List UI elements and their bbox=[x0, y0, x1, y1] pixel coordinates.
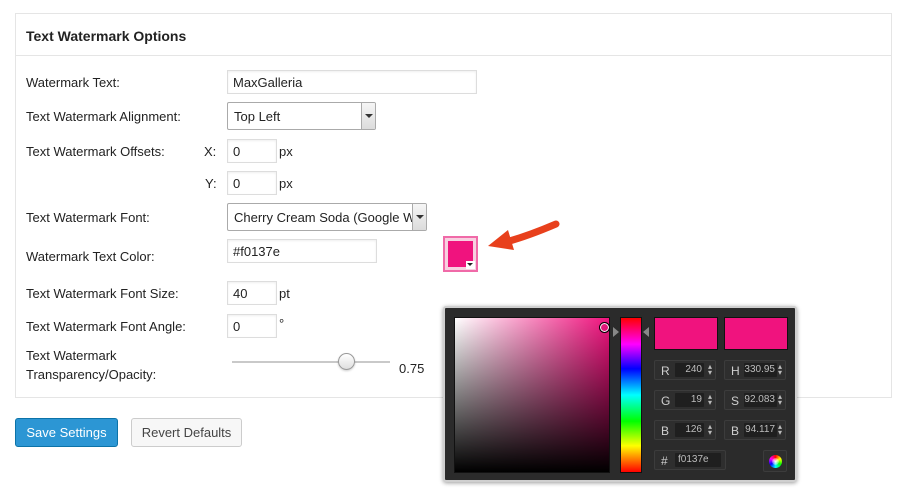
hex-field[interactable]: # f0137e bbox=[654, 450, 726, 470]
color-hex-input[interactable] bbox=[227, 239, 377, 263]
current-color-preview[interactable] bbox=[724, 317, 788, 350]
font-label: Text Watermark Font: bbox=[26, 210, 150, 225]
color-swatch-button[interactable] bbox=[443, 236, 478, 272]
red-label: R bbox=[661, 364, 670, 378]
revert-defaults-button[interactable]: Revert Defaults bbox=[131, 418, 242, 447]
saturation-value: 92.083 bbox=[744, 393, 777, 407]
chevron-down-icon bbox=[361, 103, 375, 129]
offset-y-input[interactable] bbox=[227, 171, 277, 195]
offset-x-label: X: bbox=[204, 144, 217, 159]
color-wheel-button[interactable] bbox=[763, 450, 787, 472]
watermark-text-label: Watermark Text: bbox=[26, 75, 120, 90]
brightness-value: 94.117 bbox=[744, 423, 777, 437]
transparency-label-line1: Text Watermark bbox=[26, 348, 117, 363]
offset-y-label: Y: bbox=[205, 176, 217, 191]
font-size-label: Text Watermark Font Size: bbox=[26, 286, 179, 301]
brightness-label: B bbox=[731, 424, 740, 438]
offset-y-unit: px bbox=[279, 176, 293, 191]
hue-label: H bbox=[731, 364, 740, 378]
spinner-icon[interactable]: ▴ ▾ bbox=[708, 423, 712, 437]
spinner-icon[interactable]: ▴ ▾ bbox=[708, 363, 712, 377]
red-value: 240 bbox=[675, 363, 704, 377]
annotation-arrow-icon bbox=[488, 220, 560, 250]
spinner-icon[interactable]: ▴ ▾ bbox=[778, 393, 782, 407]
blue-value: 126 bbox=[675, 423, 704, 437]
hex-label: # bbox=[661, 454, 668, 468]
offset-x-unit: px bbox=[279, 144, 293, 159]
green-field[interactable]: G 19 ▴ ▾ bbox=[654, 390, 716, 410]
new-color-preview bbox=[654, 317, 718, 350]
font-angle-label: Text Watermark Font Angle: bbox=[26, 319, 186, 334]
color-label: Watermark Text Color: bbox=[26, 249, 155, 264]
hue-slider[interactable] bbox=[620, 317, 642, 473]
dropdown-triangle-icon bbox=[466, 261, 475, 269]
offsets-label: Text Watermark Offsets: bbox=[26, 144, 165, 159]
hue-marker-left-icon bbox=[613, 327, 619, 337]
transparency-value: 0.75 bbox=[399, 361, 425, 376]
font-angle-unit: ° bbox=[279, 316, 285, 331]
spinner-icon[interactable]: ▴ ▾ bbox=[778, 363, 782, 377]
panel-title: Text Watermark Options bbox=[16, 14, 891, 56]
watermark-text-input[interactable] bbox=[227, 70, 477, 94]
hex-value: f0137e bbox=[675, 453, 721, 467]
saturation-brightness-area[interactable] bbox=[454, 317, 610, 473]
font-angle-input[interactable] bbox=[227, 314, 277, 338]
transparency-slider-thumb[interactable] bbox=[338, 353, 355, 370]
alignment-selected-value: Top Left bbox=[234, 109, 281, 124]
chevron-down-icon bbox=[412, 204, 426, 230]
green-value: 19 bbox=[675, 393, 704, 407]
transparency-label-line2: Transparency/Opacity: bbox=[26, 367, 157, 382]
saturation-brightness-cursor[interactable] bbox=[599, 322, 610, 333]
brightness-field[interactable]: B 94.117 ▴ ▾ bbox=[724, 420, 786, 440]
blue-field[interactable]: B 126 ▴ ▾ bbox=[654, 420, 716, 440]
saturation-field[interactable]: S 92.083 ▴ ▾ bbox=[724, 390, 786, 410]
font-size-input[interactable] bbox=[227, 281, 277, 305]
offset-x-input[interactable] bbox=[227, 139, 277, 163]
saturation-label: S bbox=[731, 394, 740, 408]
save-settings-button[interactable]: Save Settings bbox=[15, 418, 118, 447]
font-size-unit: pt bbox=[279, 286, 290, 301]
hue-marker-right-icon bbox=[643, 327, 649, 337]
hue-field[interactable]: H 330.95 ▴ ▾ bbox=[724, 360, 786, 380]
transparency-slider-track[interactable] bbox=[232, 361, 390, 363]
spinner-icon[interactable]: ▴ ▾ bbox=[778, 423, 782, 437]
spinner-icon[interactable]: ▴ ▾ bbox=[708, 393, 712, 407]
font-selected-value: Cherry Cream Soda (Google W bbox=[234, 210, 416, 225]
red-field[interactable]: R 240 ▴ ▾ bbox=[654, 360, 716, 380]
color-wheel-icon bbox=[769, 455, 782, 468]
alignment-select[interactable]: Top Left bbox=[227, 102, 376, 130]
alignment-label: Text Watermark Alignment: bbox=[26, 109, 181, 124]
font-select[interactable]: Cherry Cream Soda (Google W bbox=[227, 203, 427, 231]
color-picker-popup: R 240 ▴ ▾ H 330.95 ▴ ▾ G 19 ▴ ▾ S 92.083 ▴ ▾… bbox=[443, 306, 797, 482]
green-label: G bbox=[661, 394, 671, 408]
blue-label: B bbox=[661, 424, 670, 438]
hue-value: 330.95 bbox=[744, 363, 777, 377]
